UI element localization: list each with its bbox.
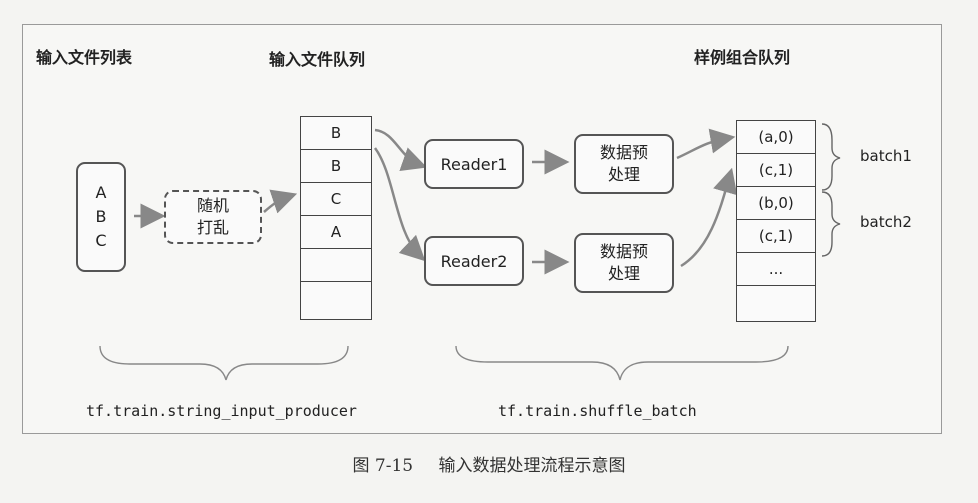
- example-queue-cell: (b,0): [737, 187, 815, 220]
- brace-producer: [99, 345, 349, 381]
- reader2-box: Reader2: [424, 236, 524, 286]
- preprocess-label-line2: 处理: [607, 165, 640, 184]
- example-queue-cell: (c,1): [737, 154, 815, 187]
- file-queue-cell: B: [301, 117, 371, 150]
- example-queue-cell: (a,0): [737, 121, 815, 154]
- file-list-item: B: [95, 207, 107, 226]
- file-queue: B B C A: [300, 116, 372, 320]
- example-queue-cell: (c,1): [737, 220, 815, 253]
- file-queue-cell: B: [301, 150, 371, 183]
- brace-shuffle: [455, 345, 789, 381]
- arrow-preprocess1-to-queue: [676, 128, 736, 160]
- shuffle-label-line2: 打乱: [196, 218, 229, 237]
- reader1-box: Reader1: [424, 139, 524, 189]
- file-list-item: A: [95, 183, 107, 202]
- file-queue-cell: C: [301, 183, 371, 216]
- caption-text: 输入数据处理流程示意图: [438, 456, 626, 476]
- example-queue: (a,0) (c,1) (b,0) (c,1) ...: [736, 120, 816, 322]
- brace-batch2: [821, 191, 841, 257]
- title-file-queue: 输入文件队列: [269, 50, 366, 69]
- arrow-queue-to-reader2: [373, 147, 426, 262]
- title-file-list: 输入文件列表: [36, 48, 133, 67]
- file-queue-cell: A: [301, 216, 371, 249]
- arrow-shuffle-to-queue: [263, 189, 298, 214]
- file-queue-cell: [301, 282, 371, 315]
- preprocess1-box: 数据预 处理: [574, 134, 674, 194]
- file-list-box: A B C: [76, 162, 126, 272]
- shuffle-batch-function-label: tf.train.shuffle_batch: [498, 402, 697, 420]
- producer-function-label: tf.train.string_input_producer: [86, 402, 357, 420]
- batch1-label: batch1: [860, 147, 912, 165]
- brace-batch1: [821, 123, 841, 191]
- preprocess-label-line1: 数据预: [599, 242, 648, 261]
- shuffle-box: 随机 打乱: [164, 190, 262, 244]
- caption-number: 图 7-15: [352, 456, 414, 476]
- shuffle-label-line1: 随机: [196, 196, 229, 215]
- example-queue-cell: [737, 286, 815, 319]
- preprocess-label-line2: 处理: [607, 264, 640, 283]
- file-list-item: C: [95, 231, 107, 250]
- figure-caption: 图 7-15 输入数据处理流程示意图: [0, 451, 978, 476]
- title-example-queue: 样例组合队列: [694, 48, 791, 67]
- preprocess-label-line1: 数据预: [599, 143, 648, 162]
- file-queue-cell: [301, 249, 371, 282]
- preprocess2-box: 数据预 处理: [574, 233, 674, 293]
- arrow-preprocess2-to-queue: [680, 167, 738, 268]
- batch2-label: batch2: [860, 213, 912, 231]
- example-queue-cell: ...: [737, 253, 815, 286]
